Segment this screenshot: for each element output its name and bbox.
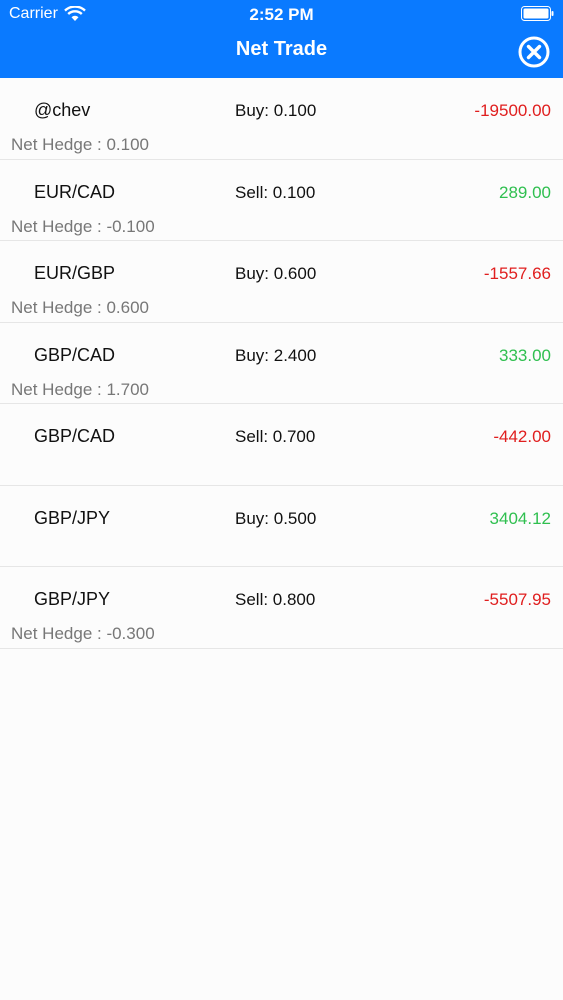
trade-side: Buy: 2.400 [235, 345, 317, 365]
trade-row[interactable]: @chev Buy: 0.100 -19500.00 Net Hedge : 0… [0, 78, 563, 160]
trade-pnl: 3404.12 [489, 508, 551, 528]
net-hedge: Net Hedge : 1.700 [11, 379, 149, 399]
trade-row[interactable]: EUR/CAD Sell: 0.100 289.00 Net Hedge : -… [0, 160, 563, 241]
trade-row[interactable]: GBP/CAD Buy: 2.400 333.00 Net Hedge : 1.… [0, 323, 563, 404]
net-hedge: Net Hedge : 0.100 [11, 135, 149, 154]
trade-symbol: EUR/CAD [34, 181, 116, 202]
trade-symbol: GBP/JPY [34, 589, 111, 609]
trade-symbol: GBP/CAD [34, 426, 116, 446]
close-icon[interactable] [518, 36, 550, 68]
net-hedge: Net Hedge : 0.600 [11, 298, 149, 317]
trade-side: Buy: 0.600 [235, 264, 317, 283]
trade-row[interactable]: GBP/JPY Buy: 0.500 3404.12 [0, 486, 563, 567]
trade-pnl: -5507.95 [483, 590, 551, 609]
status-bar: Carrier 2:52 PM [0, 0, 563, 30]
trade-pnl: -442.00 [493, 427, 551, 446]
trade-symbol: GBP/JPY [34, 507, 111, 528]
trade-symbol: EUR/GBP [34, 263, 116, 283]
trade-side: Sell: 0.100 [235, 182, 316, 202]
trade-side: Buy: 0.100 [235, 101, 317, 120]
trade-pnl: 289.00 [499, 182, 551, 202]
trade-pnl: -19500.00 [474, 101, 551, 120]
trade-row[interactable]: EUR/GBP Buy: 0.600 -1557.66 Net Hedge : … [0, 241, 563, 323]
trade-row[interactable]: GBP/JPY Sell: 0.800 -5507.95 Net Hedge :… [0, 567, 563, 649]
status-time: 2:52 PM [249, 5, 314, 24]
trade-pnl: -1557.66 [483, 264, 551, 283]
trade-symbol: GBP/CAD [34, 344, 116, 365]
battery-icon [521, 6, 554, 21]
trade-side: Sell: 0.700 [235, 427, 316, 446]
trade-list: @chev Buy: 0.100 -19500.00 Net Hedge : 0… [0, 78, 563, 649]
trade-pnl: 333.00 [499, 345, 551, 365]
trade-row[interactable]: GBP/CAD Sell: 0.700 -442.00 [0, 404, 563, 486]
page-title: Net Trade [235, 38, 328, 60]
trade-symbol: @chev [34, 100, 91, 120]
trade-side: Sell: 0.800 [235, 590, 316, 609]
net-hedge: Net Hedge : -0.100 [11, 216, 155, 236]
header: Carrier 2:52 PM Net Trade [0, 0, 563, 78]
net-hedge: Net Hedge : -0.300 [11, 624, 155, 643]
trade-side: Buy: 0.500 [235, 508, 317, 528]
